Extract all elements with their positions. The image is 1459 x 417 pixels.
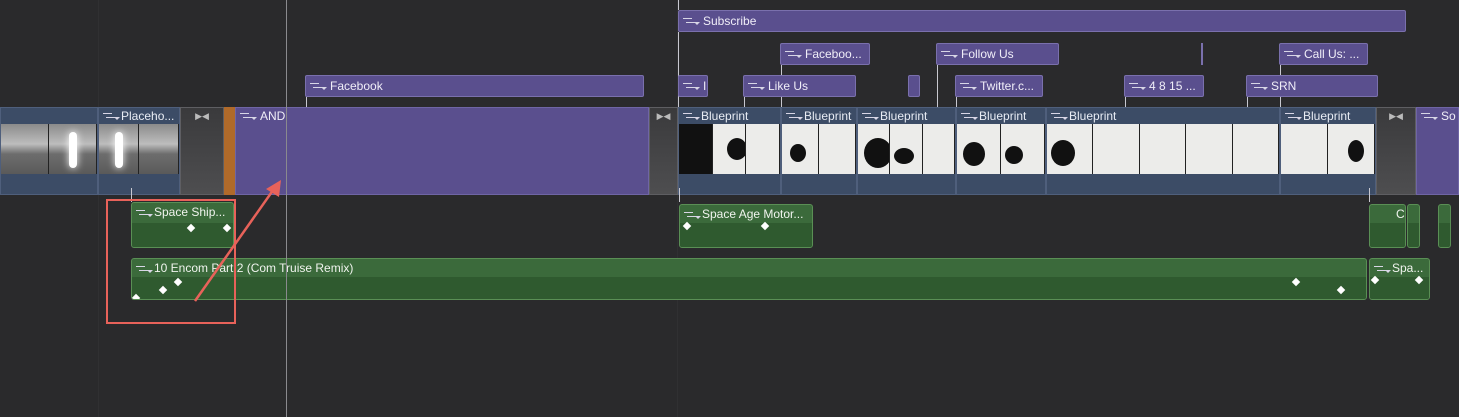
annotation-arrow-icon [193,180,281,302]
timeline[interactable]: Subscribe Faceboo... Follow Us Call Us: … [0,0,1459,417]
